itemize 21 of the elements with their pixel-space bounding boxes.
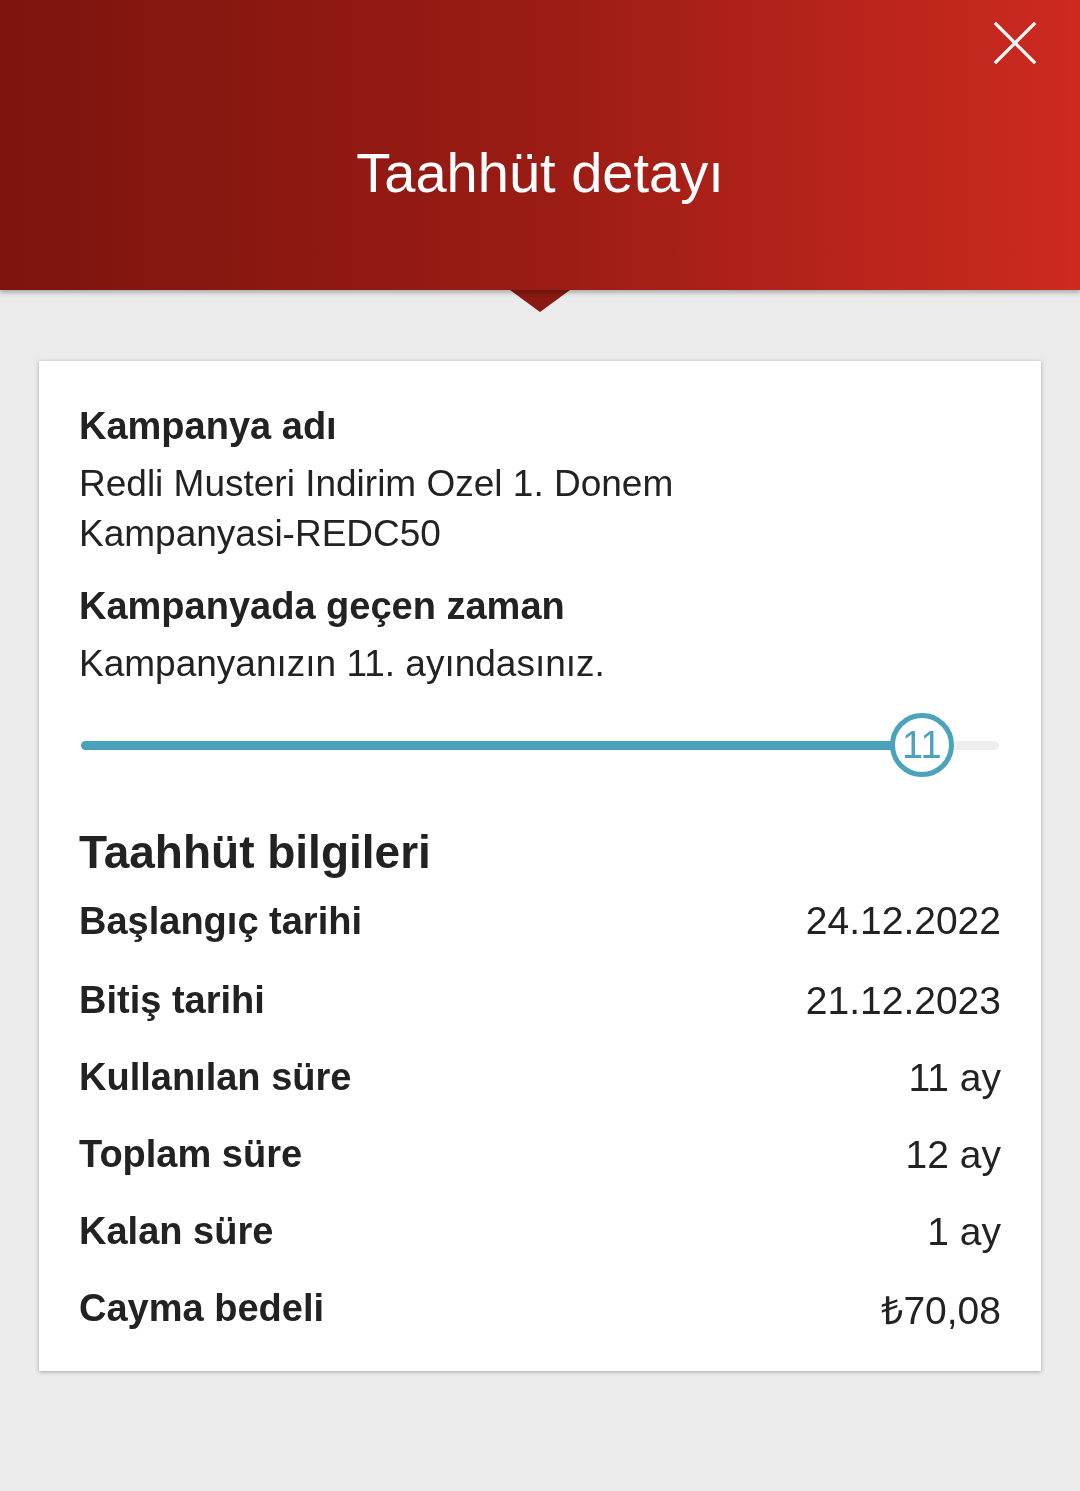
row-value: 11 ay bbox=[908, 1055, 1001, 1100]
window-title: Taahhüt detayı bbox=[356, 140, 724, 206]
campaign-name: Redli Musteri Indirim Ozel 1. Donem Kampanyasi-REDC50 bbox=[79, 462, 675, 556]
close-icon[interactable] bbox=[992, 20, 1038, 66]
pointer-notch bbox=[510, 290, 570, 312]
row-value: 21.12.2023 bbox=[805, 978, 1001, 1023]
row-label: Kalan süre bbox=[79, 1210, 274, 1253]
row-value: ₺70,08 bbox=[881, 1288, 1001, 1334]
elapsed-time-label: Kampanyada geçen zaman bbox=[79, 584, 566, 629]
elapsed-time-text: Kampanyanızın 11. ayındasınız. bbox=[79, 642, 606, 686]
row-value: 12 ay bbox=[905, 1132, 1001, 1177]
row-label: Kullanılan süre bbox=[79, 1056, 352, 1099]
campaign-name-label: Kampanya adı bbox=[79, 404, 338, 449]
progress-thumb: 11 bbox=[889, 713, 954, 777]
row-label: Toplam süre bbox=[79, 1133, 303, 1176]
row-label: Bitiş tarihi bbox=[79, 979, 265, 1022]
row-label: Başlangıç tarihi bbox=[79, 899, 362, 943]
row-label: Cayma bedeli bbox=[79, 1287, 324, 1330]
row-value: 1 ay bbox=[927, 1209, 1001, 1254]
row-value: 24.12.2022 bbox=[805, 899, 1001, 943]
section-title: Taahhüt bilgileri bbox=[79, 825, 432, 880]
